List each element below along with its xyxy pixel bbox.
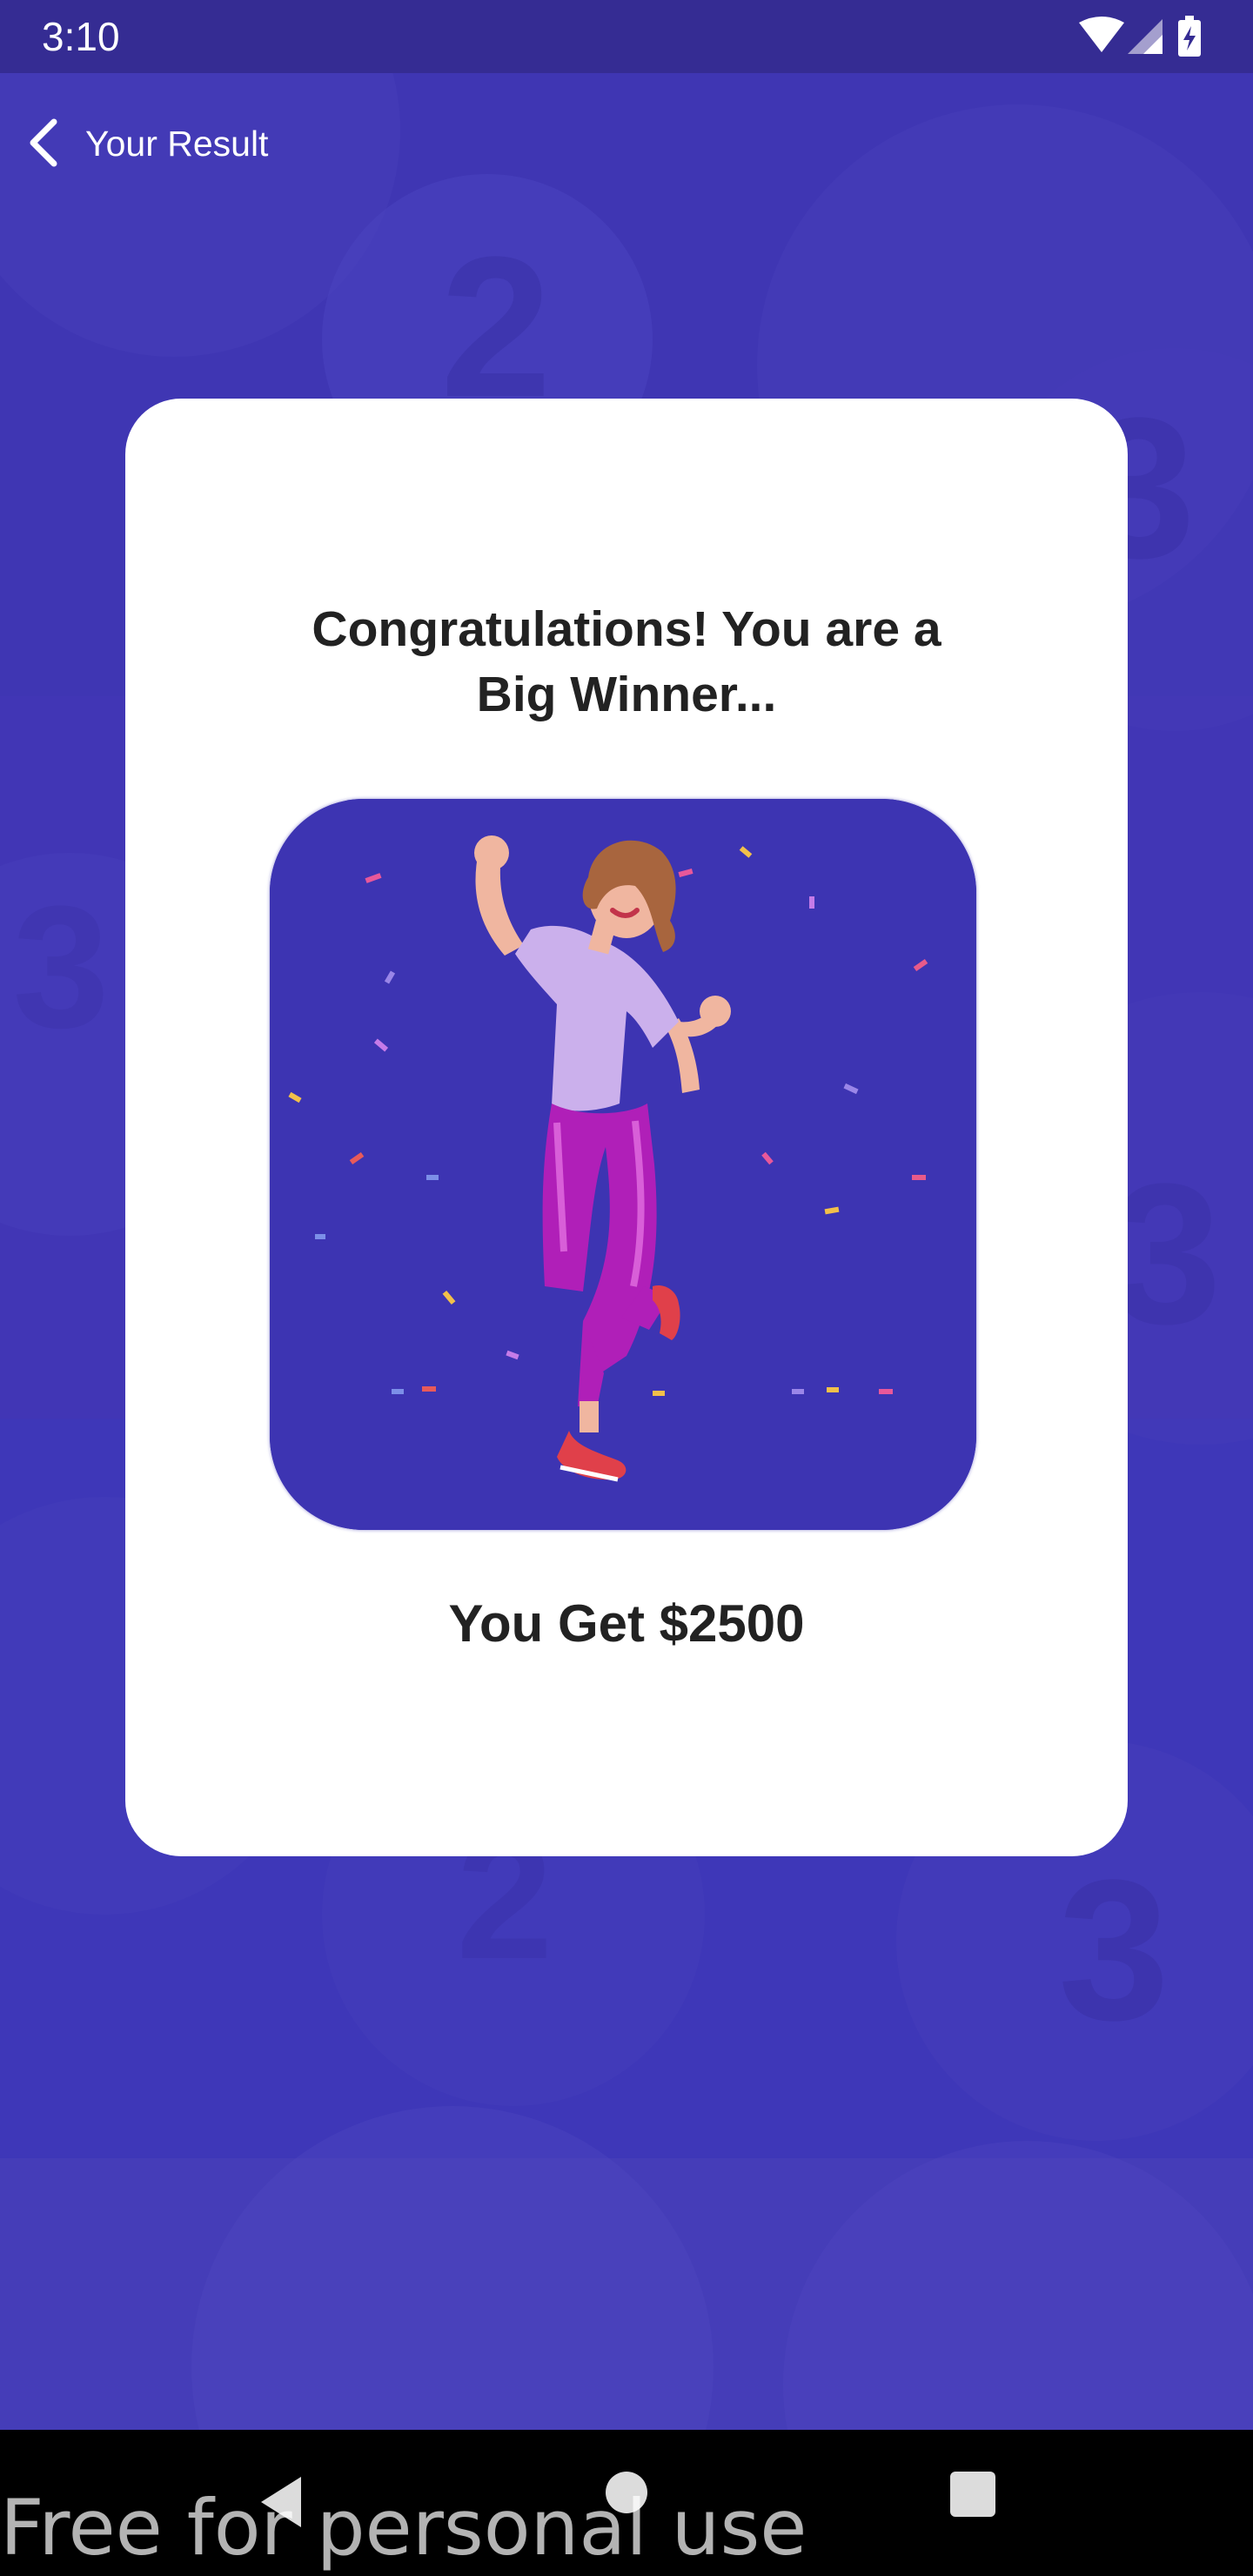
chevron-left-icon: [30, 118, 57, 167]
prize-amount: You Get $2500: [448, 1594, 805, 1653]
recents-square-icon[interactable]: [950, 2472, 995, 2517]
bg-number-3-right-bottom: 3: [1058, 1838, 1169, 2062]
back-triangle-icon[interactable]: [252, 2472, 313, 2532]
battery-charging-icon: [1178, 16, 1201, 57]
wifi-icon: [1079, 17, 1124, 52]
result-card: Congratulations! You are a Big Winner...: [125, 399, 1128, 1856]
congratulations-heading: Congratulations! You are a Big Winner...: [312, 601, 941, 722]
navigation-bar: [0, 2430, 1253, 2576]
status-time: 3:10: [42, 14, 120, 59]
status-bar: 3:10: [0, 0, 1253, 73]
cellular-signal-icon: [1128, 19, 1163, 54]
back-button[interactable]: [16, 115, 71, 171]
bg-number-3-left: 3: [12, 870, 109, 1064]
celebration-image: [270, 799, 976, 1530]
home-circle-icon[interactable]: [606, 2472, 647, 2513]
result-screen: 2 3 3 3 2 3 3:10 Your Result Congratulat…: [0, 0, 1253, 2576]
status-icons: [1079, 16, 1201, 57]
app-bar: Your Result: [0, 103, 609, 190]
celebrating-woman-illustration: [270, 799, 976, 1530]
page-title: Your Result: [85, 124, 269, 164]
